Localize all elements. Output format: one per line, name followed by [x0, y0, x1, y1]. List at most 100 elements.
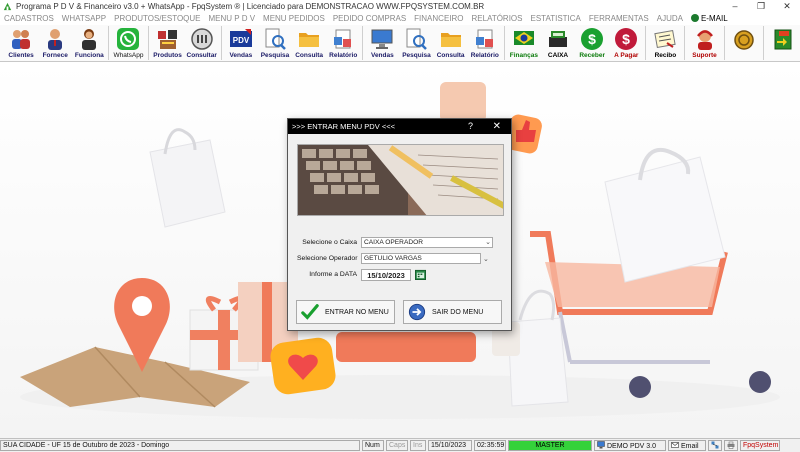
toolbar-separator	[762, 26, 764, 60]
menu-email[interactable]: E-MAIL	[687, 13, 732, 25]
toolbar-pesquisa2-button[interactable]: Pesquisa	[399, 25, 433, 62]
folder-icon	[299, 33, 320, 47]
pay-dollar-icon: $	[615, 28, 638, 50]
menu-relatorios[interactable]: RELATÓRIOS	[468, 13, 527, 25]
search-doc-icon	[265, 28, 286, 50]
menu-pedido-compras[interactable]: PEDIDO COMPRAS	[329, 13, 410, 25]
toolbar-caixa-button[interactable]: CAIXA	[541, 25, 575, 62]
toolbar-pesquisa-button[interactable]: Pesquisa	[258, 25, 292, 62]
toolbar-whatsapp-label: WhatsApp	[113, 52, 144, 59]
minimize-button[interactable]: –	[722, 0, 748, 13]
menu-bar: CADASTROS WHATSAPP PRODUTOS/ESTOQUE MENU…	[0, 13, 800, 25]
toolbar-produtos-button[interactable]: Produtos	[151, 25, 185, 62]
toolbar-consultar-button[interactable]: Consultar	[185, 25, 219, 62]
toolbar-tools-button[interactable]	[727, 25, 761, 62]
menu-produtos-estoque[interactable]: PRODUTOS/ESTOQUE	[110, 13, 204, 25]
toolbar-exit-button[interactable]	[766, 25, 800, 62]
toolbar-vendas-label: Vendas	[229, 52, 253, 59]
menu-cadastros[interactable]: CADASTROS	[0, 13, 58, 25]
operador-select[interactable]: GETULIO VARGAS	[361, 253, 481, 264]
data-row: Informe a DATA 15/10/2023	[297, 268, 506, 281]
menu-pedidos[interactable]: MENU PEDIDOS	[259, 13, 329, 25]
cash-register-icon	[549, 31, 568, 47]
toolbar-clientes-button[interactable]: Clientes	[4, 25, 38, 62]
enter-menu-button[interactable]: ENTRAR NO MENU	[296, 300, 395, 324]
toolbar-funciona-button[interactable]: Funciona	[72, 25, 106, 62]
menu-ferramentas[interactable]: FERRAMENTAS	[585, 13, 653, 25]
menu-pdv[interactable]: MENU P D V	[205, 13, 260, 25]
report-icon	[475, 29, 493, 49]
status-date: 15/10/2023	[428, 440, 472, 451]
toolbar-separator	[503, 26, 505, 60]
caixa-select[interactable]: CAIXA OPERADOR ⌄	[361, 237, 493, 248]
toolbar-relatorio-button[interactable]: Relatório	[326, 25, 360, 62]
toolbar-funciona-label: Funciona	[74, 52, 104, 59]
toolbar-apagar-label: A Pagar	[614, 52, 639, 59]
window-titlebar: Programa P D V & Financeiro v3.0 + Whats…	[0, 0, 800, 13]
status-network	[708, 440, 722, 451]
date-input[interactable]: 15/10/2023	[361, 268, 411, 281]
network-icon	[711, 441, 719, 449]
toolbar-consulta2-button[interactable]: Consulta	[434, 25, 468, 62]
menu-ajuda[interactable]: AJUDA	[653, 13, 687, 25]
status-user-level: MASTER	[508, 440, 592, 451]
chevron-down-icon[interactable]: ⌄	[483, 255, 489, 263]
toolbar-vendas-button[interactable]: Vendas	[365, 25, 399, 62]
support-agent-icon	[696, 30, 713, 50]
toolbar-fornece-button[interactable]: Fornece	[38, 25, 72, 62]
email-globe-icon	[690, 14, 699, 22]
status-ins: Ins	[410, 440, 426, 451]
toolbar-suporte-button[interactable]: Suporte	[687, 25, 721, 62]
close-button[interactable]: ✕	[774, 0, 800, 13]
maximize-button[interactable]: ❐	[748, 0, 774, 13]
app-logo-icon	[3, 2, 12, 11]
menu-financeiro[interactable]: FINANCEIRO	[410, 13, 467, 25]
status-time: 02:35:59	[474, 440, 506, 451]
toolbar-receber-button[interactable]: $ Receber	[575, 25, 609, 62]
operador-select-value: GETULIO VARGAS	[364, 255, 422, 262]
toolbar-separator	[108, 26, 110, 60]
dialog-help-button[interactable]: ?	[468, 119, 473, 134]
operador-row: Selecione Operador GETULIO VARGAS ⌄	[297, 252, 506, 265]
svg-text:$: $	[588, 31, 596, 47]
menu-estatistica[interactable]: ESTATISTICA	[527, 13, 585, 25]
toolbar-consultar-label: Consultar	[186, 52, 217, 59]
svg-text:PDV: PDV	[233, 36, 250, 45]
toolbar-recibo-button[interactable]: Recibo	[648, 25, 682, 62]
products-icon	[157, 30, 177, 49]
toolbar-pesquisa2-label: Pesquisa	[402, 52, 431, 59]
exit-menu-button[interactable]: SAIR DO MENU	[403, 300, 502, 324]
toolbar-suporte-label: Suporte	[692, 52, 717, 59]
checkmark-icon	[301, 304, 319, 320]
toolbar-vendas-pdv-button[interactable]: PDV Vendas	[224, 25, 258, 62]
status-num: Num	[362, 440, 384, 451]
receive-dollar-icon: $	[581, 28, 604, 50]
status-email[interactable]: Email	[668, 440, 706, 451]
calendar-icon[interactable]	[415, 269, 426, 280]
report-icon	[334, 29, 352, 49]
caixa-row: Selecione o Caixa CAIXA OPERADOR ⌄	[297, 236, 506, 249]
window-title: Programa P D V & Financeiro v3.0 + Whats…	[16, 2, 485, 11]
search-doc-icon	[406, 28, 428, 50]
toolbar-caixa-label: CAIXA	[547, 52, 569, 59]
toolbar-consulta-button[interactable]: Consulta	[292, 25, 326, 62]
toolbar-consulta-label: Consulta	[295, 52, 323, 59]
dialog-titlebar: >>> ENTRAR MENU PDV <<< ? ✕	[288, 119, 511, 134]
whatsapp-icon	[117, 28, 140, 50]
enter-menu-label: ENTRAR NO MENU	[325, 308, 389, 316]
toolbar-financas-label: Finanças	[509, 52, 538, 59]
toolbar-separator	[362, 26, 364, 60]
main-toolbar: Clientes Fornece Funciona WhatsApp Produ…	[0, 25, 800, 62]
status-city-date: SUA CIDADE - UF 15 de Outubro de 2023 - …	[0, 440, 360, 451]
toolbar-recibo-label: Recibo	[654, 52, 677, 59]
toolbar-whatsapp-button[interactable]: WhatsApp	[111, 25, 145, 62]
toolbar-apagar-button[interactable]: $ A Pagar	[609, 25, 643, 62]
exit-door-icon	[774, 29, 792, 50]
toolbar-pesquisa-label: Pesquisa	[260, 52, 290, 59]
dialog-close-button[interactable]: ✕	[493, 119, 501, 134]
toolbar-financas-button[interactable]: Finanças	[507, 25, 541, 62]
menu-whatsapp[interactable]: WHATSAPP	[58, 13, 110, 25]
status-version: DEMO PDV 3.0	[594, 440, 666, 451]
email-icon	[671, 442, 679, 448]
toolbar-relatorio2-button[interactable]: Relatório	[468, 25, 502, 62]
